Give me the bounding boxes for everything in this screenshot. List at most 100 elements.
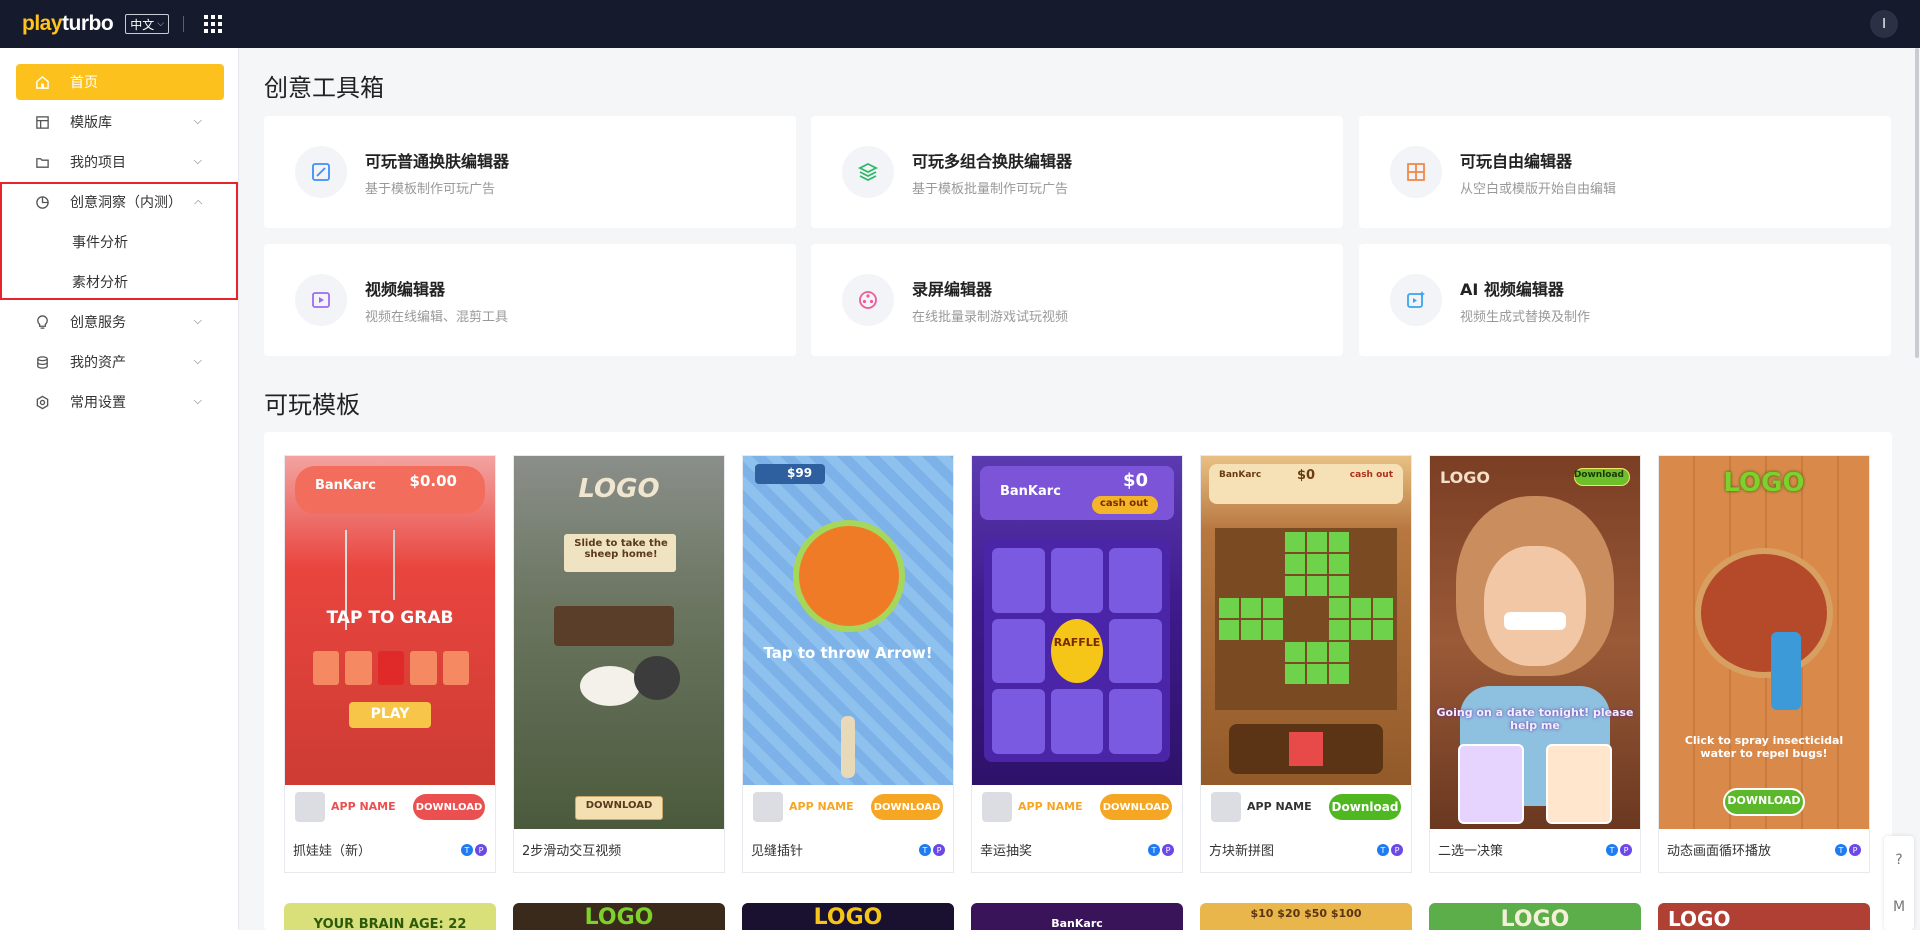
download-button: Download — [1329, 794, 1401, 820]
scrollbar[interactable] — [1914, 48, 1920, 930]
app-icon — [753, 792, 783, 822]
tool-name: 可玩多组合换肤编辑器 — [912, 151, 1073, 171]
preview-logo: LOGO — [1668, 907, 1731, 930]
tool-card-ai-video-editor[interactable]: AI 视频编辑器 视频生成式替换及制作 — [1359, 244, 1891, 356]
template-name: 方块新拼图 — [1209, 844, 1275, 859]
template-card[interactable]: LOGO Slide to take the sheep home! DOWNL… — [513, 455, 725, 873]
highlight-box — [0, 182, 238, 300]
tool-card-skin-editor[interactable]: 可玩普通换肤编辑器 基于模板制作可玩广告 — [264, 116, 796, 228]
tool-card-video-editor[interactable]: 视频编辑器 视频在线编辑、混剪工具 — [264, 244, 796, 356]
logo-part-turbo: turbo — [62, 12, 114, 35]
language-select[interactable]: 中文 ⌵ — [125, 14, 170, 34]
sidebar: 首页 模版库 ⌵ 我的项目 ⌵ 创意洞察（内测） ⌵ 事件分析 素材分析 创意服… — [0, 48, 239, 930]
template-card[interactable]: BanKarc $0 cash out RAFFLE APP NAME DOWN… — [971, 455, 1183, 873]
sidebar-item-creative-service[interactable]: 创意服务 ⌵ — [16, 304, 224, 340]
badge-t: T — [1148, 844, 1160, 856]
template-name: 抓娃娃（新） — [293, 844, 372, 859]
tool-name: 可玩普通换肤编辑器 — [365, 151, 510, 171]
preview-brand: BanKarc — [315, 478, 376, 493]
sidebar-item-label: 首页 — [70, 75, 98, 91]
platform-badges: TP — [1835, 844, 1861, 856]
sidebar-item-templates[interactable]: 模版库 ⌵ — [16, 104, 224, 140]
ad-banner: APP NAME Download — [1201, 785, 1411, 829]
preview-brand: BanKarc — [1051, 917, 1103, 930]
templates-panel: BanKarc $0.00 TAP TO GRAB PLAY APP NAME … — [264, 432, 1892, 930]
badge-p: P — [475, 844, 487, 856]
top-bar: play turbo 中文 ⌵ I — [0, 0, 1920, 48]
tool-card-screen-record-editor[interactable]: 录屏编辑器 在线批量录制游戏试玩视频 — [811, 244, 1343, 356]
mail-icon[interactable]: M — [1893, 899, 1905, 915]
tool-card-multi-skin-editor[interactable]: 可玩多组合换肤编辑器 基于模板批量制作可玩广告 — [811, 116, 1343, 228]
badge-p: P — [1391, 844, 1403, 856]
template-preview: LOGO Click to spray insecticidal water t… — [1659, 456, 1869, 829]
template-card-partial[interactable]: BanKarc — [971, 903, 1183, 930]
preview-caption: YOUR BRAIN AGE: 22 — [313, 917, 467, 930]
template-card-partial[interactable]: LOGO — [1429, 903, 1641, 930]
templates-title: 可玩模板 — [264, 391, 360, 419]
floating-toolbar: ? M — [1884, 836, 1914, 930]
chevron-down-icon: ⌵ — [193, 314, 202, 327]
badge-p: P — [1162, 844, 1174, 856]
template-name: 见缝插针 — [751, 844, 804, 859]
tool-desc: 基于模板制作可玩广告 — [365, 181, 496, 197]
sidebar-item-label: 我的资产 — [70, 355, 126, 371]
preview-caption: TAP TO GRAB — [326, 608, 454, 628]
video-play-icon — [295, 274, 347, 326]
template-icon — [34, 114, 50, 130]
sidebar-item-projects[interactable]: 我的项目 ⌵ — [16, 144, 224, 180]
settings-icon — [34, 394, 50, 410]
preview-caption: Tap to throw Arrow! — [763, 644, 933, 662]
tool-desc: 基于模板批量制作可玩广告 — [912, 181, 1069, 197]
preview-cashout-label: cash out — [1349, 470, 1393, 480]
preview-caption: RAFFLE — [1053, 636, 1101, 649]
platform-badges: TP — [461, 844, 487, 856]
template-card[interactable]: LOGO Download Going on a date tonight! p… — [1429, 455, 1641, 873]
sidebar-item-settings[interactable]: 常用设置 ⌵ — [16, 384, 224, 420]
template-card-partial[interactable]: $10 $20 $50 $100 — [1200, 903, 1412, 930]
lightbulb-icon — [34, 314, 50, 330]
preview-logo: LOGO — [1723, 468, 1805, 498]
template-card[interactable]: BanKarc $0 cash out APP NAME Download 方块 — [1200, 455, 1412, 873]
template-card[interactable]: $99 Tap to throw Arrow! APP NAME DOWNLOA… — [742, 455, 954, 873]
preview-download-label: DOWNLOAD — [585, 800, 653, 811]
tool-desc: 视频生成式替换及制作 — [1460, 309, 1591, 325]
download-button: DOWNLOAD — [1100, 794, 1172, 820]
template-card[interactable]: LOGO Click to spray insecticidal water t… — [1658, 455, 1870, 873]
template-preview: BanKarc $0 cash out RAFFLE APP NAME DOWN… — [972, 456, 1182, 829]
template-card-partial[interactable]: YOUR BRAIN AGE: 22 — [284, 903, 496, 930]
app-name: APP NAME — [1247, 800, 1312, 813]
film-reel-icon — [842, 274, 894, 326]
platform-badges: TP — [919, 844, 945, 856]
folder-icon — [34, 154, 50, 170]
template-preview: BanKarc $0.00 TAP TO GRAB PLAY APP NAME … — [285, 456, 495, 829]
sidebar-item-label: 常用设置 — [70, 395, 126, 411]
platform-badges: TP — [1377, 844, 1403, 856]
divider — [183, 16, 185, 32]
apps-grid-icon[interactable] — [204, 15, 223, 33]
platform-badges: TP — [1606, 844, 1632, 856]
template-name: 动态画面循环播放 — [1667, 844, 1772, 859]
download-button: DOWNLOAD — [871, 794, 943, 820]
platform-badges: TP — [1148, 844, 1174, 856]
tool-name: 可玩自由编辑器 — [1460, 151, 1573, 171]
badge-p: P — [1849, 844, 1861, 856]
chevron-down-icon: ⌵ — [193, 114, 202, 127]
help-icon[interactable]: ? — [1895, 852, 1902, 868]
preview-caption: $10 $20 $50 $100 — [1250, 907, 1362, 920]
preview-cashout-label: cash out — [1100, 498, 1148, 509]
template-card[interactable]: BanKarc $0.00 TAP TO GRAB PLAY APP NAME … — [284, 455, 496, 873]
tool-card-free-editor[interactable]: 可玩自由编辑器 从空白或模版开始自由编辑 — [1359, 116, 1891, 228]
preview-money: $99 — [787, 466, 813, 480]
avatar[interactable]: I — [1870, 10, 1898, 38]
sidebar-item-assets[interactable]: 我的资产 ⌵ — [16, 344, 224, 380]
layers-icon — [842, 146, 894, 198]
template-card-partial[interactable]: LOGO — [1658, 903, 1870, 930]
preview-caption: Slide to take the sheep home! — [574, 538, 668, 560]
edit-square-icon — [295, 146, 347, 198]
template-card-partial[interactable]: LOGO — [513, 903, 725, 930]
playturbo-logo[interactable]: play turbo — [22, 12, 114, 36]
template-card-partial[interactable]: LOGO — [742, 903, 954, 930]
app-icon — [295, 792, 325, 822]
sidebar-item-home[interactable]: 首页 — [16, 64, 224, 100]
app-name: APP NAME — [331, 800, 396, 813]
